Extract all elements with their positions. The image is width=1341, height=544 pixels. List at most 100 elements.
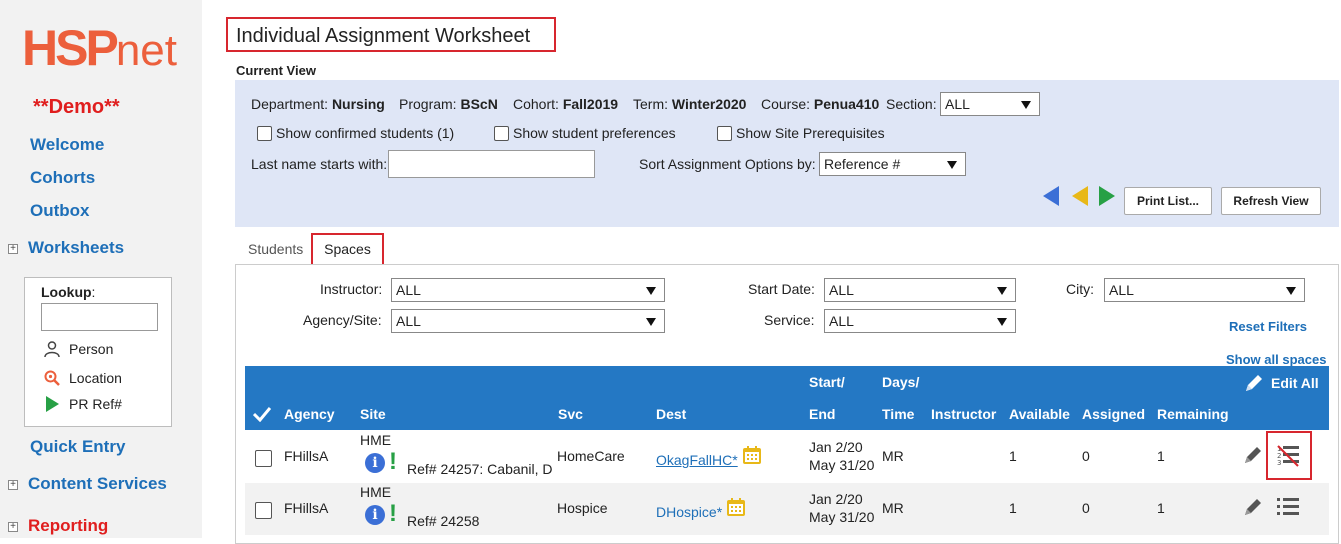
current-view-panel: Department: Nursing Program: BScN Cohort… xyxy=(235,80,1339,227)
nav-cohorts[interactable]: Cohorts xyxy=(30,168,95,188)
refresh-view-button[interactable]: Refresh View xyxy=(1221,187,1321,215)
row-svc: HomeCare xyxy=(557,448,625,464)
tab-students[interactable]: Students xyxy=(248,241,303,257)
term-info: Term: Winter2020 xyxy=(633,96,747,112)
highlight-frame xyxy=(1266,431,1312,480)
show-confirmed-checkbox[interactable] xyxy=(257,126,272,141)
show-preferences-checkbox[interactable] xyxy=(494,126,509,141)
nav-worksheets[interactable]: Worksheets xyxy=(28,238,124,258)
header-dest[interactable]: Dest xyxy=(656,406,686,422)
row-dest-link[interactable]: OkagFallHC* xyxy=(656,452,738,468)
show-preferences-label: Show student preferences xyxy=(513,125,676,141)
nav-outbox[interactable]: Outbox xyxy=(30,201,90,221)
table-row: FHillsA HME i ! Ref# 24258 Hospice DHosp… xyxy=(245,483,1329,535)
hspnet-logo[interactable]: HSPnet xyxy=(22,23,177,75)
nav-reporting[interactable]: Reporting xyxy=(28,516,108,536)
row-start: Jan 2/20 xyxy=(809,439,863,455)
list-icon[interactable] xyxy=(1275,495,1301,521)
header-time[interactable]: Time xyxy=(882,406,914,422)
content-services-expand-icon[interactable]: + xyxy=(8,480,18,490)
worksheets-expand-icon[interactable]: + xyxy=(8,244,18,254)
sort-label: Sort Assignment Options by: xyxy=(639,156,816,172)
demo-label: **Demo** xyxy=(33,96,120,118)
city-select[interactable]: ALL xyxy=(1104,278,1305,302)
row-site: HME xyxy=(360,432,392,448)
chevron-down-icon xyxy=(646,287,656,295)
tab-spaces[interactable]: Spaces xyxy=(311,233,384,266)
alert-icon[interactable]: ! xyxy=(389,450,397,474)
header-remaining[interactable]: Remaining xyxy=(1157,406,1229,422)
pencil-icon[interactable] xyxy=(1242,444,1264,466)
show-prereq-checkbox[interactable] xyxy=(717,126,732,141)
print-list-button[interactable]: Print List... xyxy=(1124,187,1212,215)
select-all-check-icon[interactable] xyxy=(253,406,271,422)
edit-all-button[interactable]: Edit All xyxy=(1243,372,1319,394)
show-confirmed-label: Show confirmed students (1) xyxy=(276,125,455,141)
first-arrow-icon[interactable] xyxy=(1041,185,1061,207)
row-end: May 31/20 xyxy=(809,509,875,525)
page-title: Individual Assignment Worksheet xyxy=(226,17,556,52)
service-select[interactable]: ALL xyxy=(824,309,1016,333)
row-agency: FHillsA xyxy=(284,500,329,516)
row-select-checkbox[interactable] xyxy=(255,502,272,519)
row-assigned: 0 xyxy=(1082,500,1090,516)
next-arrow-icon[interactable] xyxy=(1097,185,1117,207)
chevron-down-icon xyxy=(1286,287,1296,295)
nav-welcome[interactable]: Welcome xyxy=(30,135,104,155)
sidebar: HSPnet **Demo** Welcome Cohorts Outbox +… xyxy=(0,0,202,538)
sort-select[interactable]: Reference # xyxy=(819,152,966,176)
info-icon[interactable]: i xyxy=(365,505,385,525)
pencil-icon[interactable] xyxy=(1242,496,1264,518)
instructor-filter-label: Instructor: xyxy=(320,281,383,297)
row-ref: Ref# 24257: Cabanil, D xyxy=(407,461,553,477)
header-site[interactable]: Site xyxy=(360,406,386,422)
reporting-expand-icon[interactable]: + xyxy=(8,522,18,532)
row-select-checkbox[interactable] xyxy=(255,450,272,467)
header-svc[interactable]: Svc xyxy=(558,406,583,422)
spaces-table-header: Agency Site Svc Dest Start/ End Days/ Ti… xyxy=(245,366,1329,430)
instructor-select[interactable]: ALL xyxy=(391,278,665,302)
header-days[interactable]: Days/ xyxy=(882,374,919,390)
header-assigned[interactable]: Assigned xyxy=(1082,406,1145,422)
reset-filters-link[interactable]: Reset Filters xyxy=(1229,319,1307,334)
calendar-icon[interactable] xyxy=(742,445,762,465)
header-agency[interactable]: Agency xyxy=(284,406,335,422)
header-available[interactable]: Available xyxy=(1009,406,1070,422)
pencil-icon xyxy=(1246,375,1262,391)
info-icon[interactable]: i xyxy=(365,453,385,473)
lookup-prref[interactable]: PR Ref# xyxy=(43,395,122,413)
row-ref: Ref# 24258 xyxy=(407,513,480,529)
row-start: Jan 2/20 xyxy=(809,491,863,507)
lookup-prref-label: PR Ref# xyxy=(69,396,122,412)
previous-arrow-icon[interactable] xyxy=(1070,185,1090,207)
current-view-label: Current View xyxy=(236,63,316,78)
last-name-input[interactable] xyxy=(388,150,595,178)
lookup-person-label: Person xyxy=(69,341,114,357)
chevron-down-icon xyxy=(1021,101,1031,109)
alert-icon[interactable]: ! xyxy=(389,502,397,526)
cohort-info: Cohort: Fall2019 xyxy=(513,96,619,112)
department-info: Department: Nursing xyxy=(251,96,385,112)
row-dest-link[interactable]: DHospice* xyxy=(656,504,722,520)
header-start[interactable]: Start/ xyxy=(809,374,845,390)
show-all-spaces-link[interactable]: Show all spaces xyxy=(1226,352,1326,367)
calendar-icon[interactable] xyxy=(726,497,746,517)
nav-quick-entry[interactable]: Quick Entry xyxy=(30,437,125,457)
show-prereq-label: Show Site Prerequisites xyxy=(736,125,885,141)
section-select[interactable]: ALL xyxy=(940,92,1040,116)
lookup-location[interactable]: Location xyxy=(43,369,122,387)
lookup-person[interactable]: Person xyxy=(43,340,113,358)
lookup-location-label: Location xyxy=(69,370,122,386)
course-info: Course: Penua410 xyxy=(761,96,880,112)
lookup-title: Lookup: xyxy=(41,284,96,300)
start-date-select[interactable]: ALL xyxy=(824,278,1016,302)
agency-select[interactable]: ALL xyxy=(391,309,665,333)
chevron-down-icon xyxy=(997,287,1007,295)
program-info: Program: BScN xyxy=(399,96,498,112)
logo-hsp: HSP xyxy=(22,20,119,76)
header-instructor[interactable]: Instructor xyxy=(931,406,996,422)
header-end[interactable]: End xyxy=(809,406,835,422)
logo-net: net xyxy=(115,26,177,75)
nav-content-services[interactable]: Content Services xyxy=(28,474,167,494)
lookup-input[interactable] xyxy=(41,303,158,331)
